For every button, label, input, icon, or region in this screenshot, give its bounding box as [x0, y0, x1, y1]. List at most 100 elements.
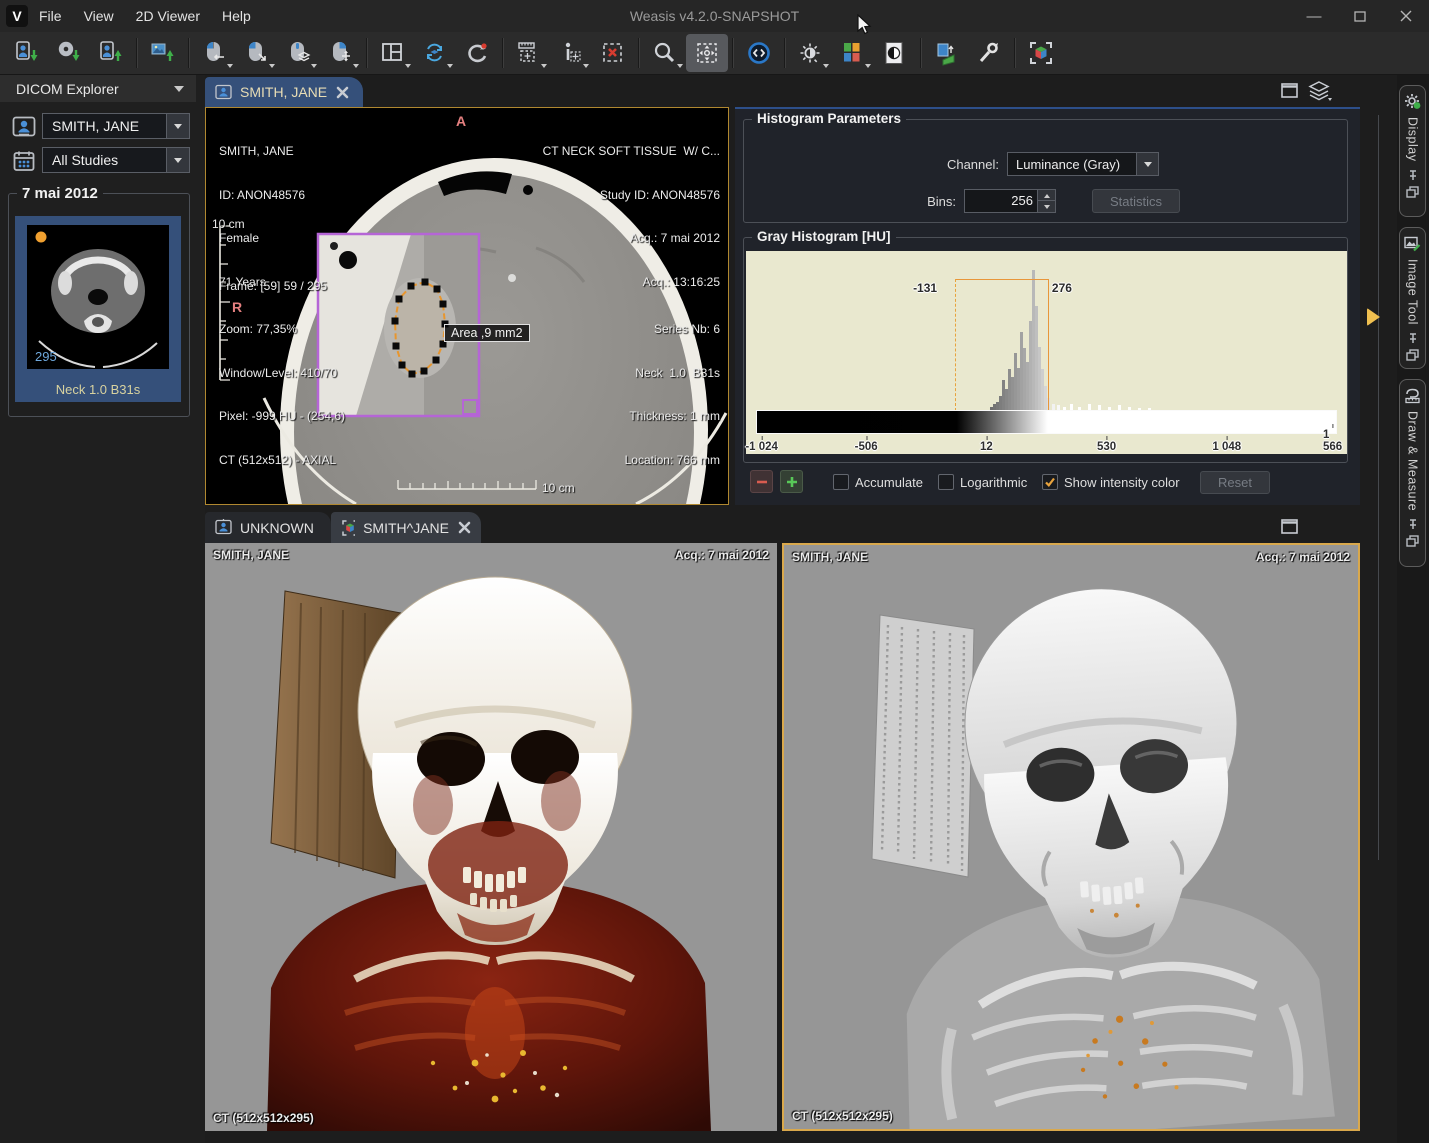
toolbar-separator [920, 38, 922, 68]
calendar-icon [12, 149, 36, 173]
chevron-down-icon [166, 148, 189, 172]
overlay-line: Frame: [59] 59 / 295 [219, 279, 345, 294]
tab-smith-jane-3d[interactable]: SMITH^JANE [331, 512, 481, 543]
menu-2d-viewer[interactable]: 2D Viewer [125, 0, 211, 32]
maximize-view-icon[interactable] [1281, 519, 1298, 534]
menu-view[interactable]: View [73, 0, 125, 32]
reset-button[interactable] [456, 34, 498, 72]
lut-button[interactable] [832, 34, 874, 72]
dicom-export-button[interactable] [90, 34, 132, 72]
volume-3d-button[interactable] [1020, 34, 1062, 72]
mouse-middle-button[interactable] [236, 34, 278, 72]
tools-button[interactable] [968, 34, 1010, 72]
dicom-export-icon [98, 40, 124, 66]
cd-import-button[interactable] [48, 34, 90, 72]
axis-tick: 1 048 [1212, 441, 1241, 453]
dicom-import-button[interactable] [6, 34, 48, 72]
invert-lut-button[interactable] [874, 34, 916, 72]
plus-icon [786, 476, 798, 488]
volume-rendering-viewport-color[interactable]: SMITH, JANE Acq.: 7 mai 2012 CT (512x512… [205, 543, 777, 1131]
tab-close-icon[interactable] [336, 86, 349, 99]
panel-splitter[interactable] [1378, 115, 1379, 860]
measure-selection-icon [516, 40, 542, 66]
tab-label: SMITH^JANE [363, 520, 449, 536]
bins-spinner[interactable]: 256 [964, 189, 1056, 213]
tab-smith-jane[interactable]: SMITH, JANE [205, 77, 363, 107]
minimize-button[interactable]: — [1291, 0, 1337, 32]
volume-3d-icon [1028, 40, 1054, 66]
right-dock-strip: Display Image Tool Draw & Measure [1397, 75, 1429, 1143]
toolbar-separator [638, 38, 640, 68]
patient-select[interactable]: SMITH, JANE [42, 113, 190, 139]
mpr-button[interactable] [926, 34, 968, 72]
menu-help[interactable]: Help [211, 0, 262, 32]
overlay-line: Series Nb: 6 [625, 322, 720, 337]
volume-rendering-viewport-bone[interactable]: SMITH, JANE Acq.: 7 mai 2012 CT (512x512… [782, 543, 1360, 1131]
bins-value: 256 [1011, 193, 1033, 208]
volume-rendering-color [205, 543, 777, 1131]
dock-tab-image-tool[interactable]: Image Tool [1399, 227, 1426, 369]
reset-histogram-button[interactable]: Reset [1200, 471, 1270, 494]
layers-menu-icon[interactable] [1306, 80, 1332, 102]
maximize-icon [1354, 11, 1366, 22]
overlay-line: Window/Level: 410/70 [219, 366, 345, 381]
pan-button[interactable] [686, 34, 728, 72]
accumulate-checkbox[interactable]: Accumulate [833, 474, 923, 490]
zoom-in-histogram-button[interactable] [780, 470, 803, 493]
main-toolbar [0, 32, 1429, 75]
maximize-button[interactable] [1337, 0, 1383, 32]
mouse-layers-button[interactable] [278, 34, 320, 72]
image-export-button[interactable] [142, 34, 184, 72]
overlay-line: SMITH, JANE [219, 144, 305, 159]
window-min-line[interactable] [955, 279, 956, 411]
series-thumbnail-selected[interactable]: 295 Neck 1.0 B31s [15, 216, 181, 402]
app-logo-icon: V [6, 5, 28, 27]
axis-tick: 12 [980, 441, 993, 453]
spin-down-icon[interactable] [1037, 200, 1055, 212]
orientation-anterior: A [456, 113, 466, 129]
orientation-right: R [232, 299, 242, 315]
menu-file[interactable]: File [28, 0, 73, 32]
overlay-line: CT (512x512) - AXIAL [219, 453, 345, 468]
lut-gradient-bar [756, 410, 1337, 434]
maximize-view-icon[interactable] [1281, 83, 1298, 98]
close-icon [1400, 10, 1412, 22]
delete-measurements-button[interactable] [592, 34, 634, 72]
histogram-plot[interactable]: -131 276 -1 024 -506 12 530 1 048 1 566 [746, 251, 1347, 454]
ct-axial-viewport[interactable]: SMITH, JANE ID: ANON48576 Female 71 Year… [205, 107, 729, 505]
chevron-down-icon [1136, 153, 1158, 175]
logarithmic-checkbox[interactable]: Logarithmic [938, 474, 1027, 490]
synch-button[interactable] [414, 34, 456, 72]
studies-select[interactable]: All Studies [42, 147, 190, 173]
tab-unknown[interactable]: UNKNOWN [205, 512, 331, 543]
dock-tab-display[interactable]: Display [1399, 85, 1426, 217]
zoom-button[interactable] [644, 34, 686, 72]
window-max-line[interactable] [1048, 279, 1049, 411]
mouse-left-button[interactable] [194, 34, 236, 72]
v3d-acq-overlay: Acq.: 7 mai 2012 [675, 548, 769, 563]
dicom-explorer-header[interactable]: DICOM Explorer [0, 75, 196, 102]
dock-tab-draw-measure[interactable]: Draw & Measure [1399, 379, 1426, 567]
checkbox-label: Logarithmic [960, 475, 1027, 490]
measure-selection-button[interactable] [508, 34, 550, 72]
statistics-button[interactable]: Statistics [1092, 189, 1180, 213]
probe-button[interactable] [550, 34, 592, 72]
crosshair-button[interactable] [738, 34, 780, 72]
thumb-frame-count: 295 [35, 349, 57, 364]
window-level-button[interactable] [790, 34, 832, 72]
intensity-color-checkbox[interactable]: Show intensity color [1042, 474, 1180, 490]
close-button[interactable] [1383, 0, 1429, 32]
toolbar-separator [732, 38, 734, 68]
collapse-panel-arrow[interactable] [1367, 308, 1380, 326]
tab-close-icon[interactable] [458, 521, 471, 534]
channel-select[interactable]: Luminance (Gray) [1007, 152, 1159, 176]
layout-button[interactable] [372, 34, 414, 72]
pin-icon [1407, 518, 1419, 530]
gray-histogram-title: Gray Histogram [HU] [752, 229, 896, 244]
mouse-move-button[interactable] [320, 34, 362, 72]
zoom-out-histogram-button[interactable] [750, 470, 773, 493]
roi-area-label[interactable]: Area ,9 mm2 [444, 324, 530, 342]
toolbar-separator [784, 38, 786, 68]
minus-icon [756, 476, 768, 488]
gear-icon [1404, 93, 1421, 110]
